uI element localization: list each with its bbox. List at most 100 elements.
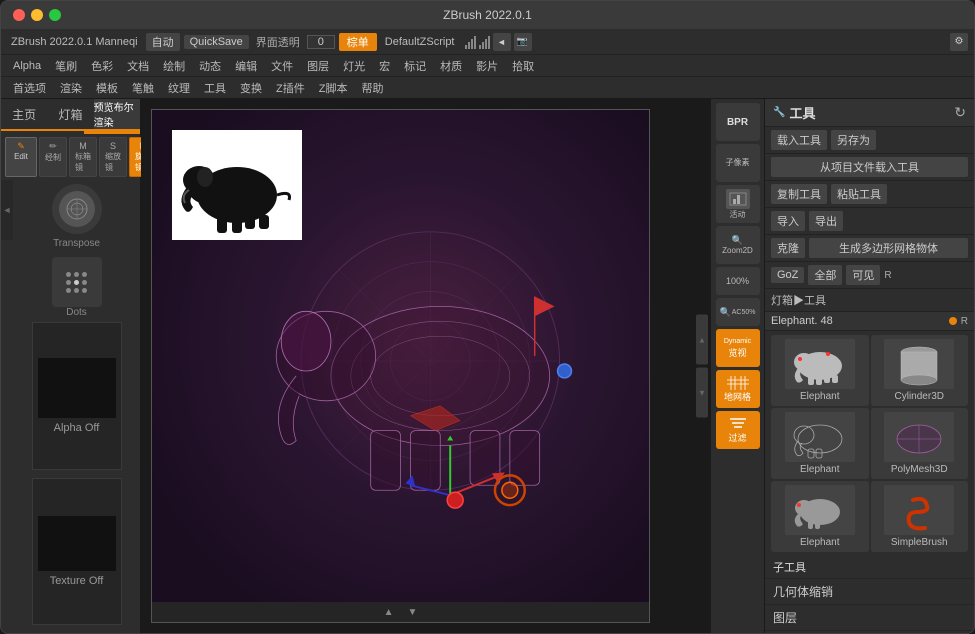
- dots-brush-icon[interactable]: [52, 257, 102, 307]
- tab-preview[interactable]: 预览布尔渲染: [94, 99, 140, 129]
- subtool-pixel-button[interactable]: 子像素: [716, 144, 760, 182]
- draw-tool-btn[interactable]: ✏ 经制: [39, 137, 67, 177]
- sub-zscript[interactable]: Z脚本: [313, 78, 354, 98]
- sub-render[interactable]: 渲染: [54, 78, 88, 98]
- load-from-project-button[interactable]: 从项目文件载入工具: [771, 157, 968, 177]
- dynamic-button[interactable]: Dynamic 览视: [716, 329, 760, 367]
- main-content: 主页 灯箱 预览布尔渲染 ✎ Edit ✏: [1, 99, 974, 633]
- tool-card-polymesh[interactable]: PolyMesh3D: [871, 408, 969, 479]
- filter-label: 过滤: [728, 431, 746, 444]
- tab-home[interactable]: 主页: [1, 99, 47, 129]
- sub-texture[interactable]: 纹理: [162, 78, 196, 98]
- nav-down-icon[interactable]: ▼: [404, 607, 422, 618]
- minimize-button[interactable]: [31, 9, 43, 21]
- menu-light[interactable]: 灯光: [337, 56, 371, 76]
- transpose-icon[interactable]: [52, 184, 102, 234]
- tool-card-simplebrush[interactable]: SimpleBrush: [871, 481, 969, 552]
- goz-button[interactable]: GoZ: [771, 267, 804, 283]
- sub-stroke[interactable]: 笔触: [126, 78, 160, 98]
- bpr-icon: BPR: [727, 117, 748, 128]
- menu-material[interactable]: 材质: [434, 56, 468, 76]
- float-arrow-down[interactable]: ▼: [696, 368, 708, 418]
- close-button[interactable]: [13, 9, 25, 21]
- import-button[interactable]: 导入: [771, 211, 805, 231]
- menu-marker[interactable]: 标记: [398, 56, 432, 76]
- tool-card-elephant-3d[interactable]: Elephant: [771, 335, 869, 406]
- zoom2d-button[interactable]: 🔍 Zoom2D: [716, 226, 760, 264]
- refresh-icon[interactable]: ↻: [954, 104, 966, 121]
- arrow-left-icon[interactable]: ◄: [493, 33, 511, 51]
- copy-tool-button[interactable]: 复制工具: [771, 184, 827, 204]
- m-tool-btn[interactable]: M 标箱镜: [69, 137, 97, 177]
- zoom50-button[interactable]: 🔍 AC50%: [716, 298, 760, 326]
- script-label[interactable]: 棕单: [339, 33, 377, 51]
- canvas-area[interactable]: ▲ ▼ ▲ ▼: [141, 99, 710, 633]
- tool-icon[interactable]: 🔧: [773, 107, 785, 118]
- tab-lightbox[interactable]: 灯箱: [47, 99, 93, 129]
- activity-label: 活动: [730, 209, 746, 220]
- filter-button[interactable]: 过滤: [716, 411, 760, 449]
- zoom100-button[interactable]: 100%: [716, 267, 760, 295]
- menu-edit[interactable]: 编辑: [229, 56, 263, 76]
- r-button[interactable]: R: [884, 270, 891, 281]
- edit-tool-btn[interactable]: ✎ Edit: [5, 137, 37, 177]
- export-button[interactable]: 导出: [809, 211, 843, 231]
- menu-layers[interactable]: 图层: [301, 56, 335, 76]
- sub-transform[interactable]: 变换: [234, 78, 268, 98]
- sub-preferences[interactable]: 首选项: [7, 78, 52, 98]
- dots-pattern: [66, 272, 87, 293]
- menu-document[interactable]: 文档: [121, 56, 155, 76]
- menu-macro[interactable]: 宏: [373, 56, 396, 76]
- layers-item[interactable]: 图层: [765, 605, 974, 631]
- menu-color[interactable]: 色彩: [85, 56, 119, 76]
- visible-button[interactable]: 可见: [846, 265, 880, 285]
- left-arrow-btn[interactable]: ◄: [1, 180, 13, 240]
- elephant-name: Elephant. 48: [771, 315, 945, 327]
- maximize-button[interactable]: [49, 9, 61, 21]
- generate-mesh-button[interactable]: 生成多边形网格物体: [809, 238, 968, 258]
- auto-button[interactable]: 自动: [146, 33, 180, 51]
- sub-help[interactable]: 帮助: [355, 78, 389, 98]
- sub-tool[interactable]: 工具: [198, 78, 232, 98]
- quicksave-button[interactable]: QuickSave: [184, 35, 249, 49]
- texture-off-panel[interactable]: Texture Off: [32, 478, 122, 626]
- menu-movie[interactable]: 影片: [470, 56, 504, 76]
- elephant-mesh-preview: [785, 412, 855, 462]
- transparent-input[interactable]: [307, 35, 335, 49]
- paste-tool-button[interactable]: 粘贴工具: [831, 184, 887, 204]
- menu-file[interactable]: 文件: [265, 56, 299, 76]
- menu-draw[interactable]: 绘制: [157, 56, 191, 76]
- default-script[interactable]: DefaultZScript: [381, 34, 459, 50]
- tool-card-cylinder[interactable]: Cylinder3D: [871, 335, 969, 406]
- load-tool-button[interactable]: 载入工具: [771, 130, 827, 150]
- right-panel-header: 🔧 工具 ↻: [765, 99, 974, 127]
- all-button[interactable]: 全部: [808, 265, 842, 285]
- s-tool-btn[interactable]: S 缩放镜: [99, 137, 127, 177]
- float-arrow-up[interactable]: ▲: [696, 315, 708, 365]
- settings-icon[interactable]: ⚙: [950, 33, 968, 51]
- elephant-3d-label: Elephant: [800, 391, 839, 402]
- clone-button[interactable]: 克隆: [771, 238, 805, 258]
- save-as-button[interactable]: 另存为: [831, 130, 876, 150]
- menu-pick[interactable]: 拾取: [506, 56, 540, 76]
- sub-template[interactable]: 模板: [90, 78, 124, 98]
- geometric-collapse[interactable]: 几何体缩销: [765, 579, 974, 605]
- subtool-section[interactable]: 子工具: [765, 556, 974, 579]
- copy-paste-row: 复制工具 粘贴工具: [765, 181, 974, 208]
- grid-button[interactable]: 地网格: [716, 370, 760, 408]
- texture-off-label: Texture Off: [50, 575, 104, 587]
- tool-card-elephant-small[interactable]: Elephant: [771, 481, 869, 552]
- menu-alpha[interactable]: Alpha: [7, 58, 47, 74]
- alpha-off-panel[interactable]: Alpha Off: [32, 322, 122, 470]
- camera-icon[interactable]: 📷: [514, 33, 532, 51]
- tool-card-elephant-mesh[interactable]: Elephant: [771, 408, 869, 479]
- dots-label: Dots: [66, 307, 87, 318]
- fibermesh-item[interactable]: FiberMesh: [765, 631, 974, 633]
- menu-animate[interactable]: 动态: [193, 56, 227, 76]
- traffic-lights: [13, 9, 61, 21]
- bpr-button[interactable]: BPR: [716, 103, 760, 141]
- activity-button[interactable]: 活动: [716, 185, 760, 223]
- menu-brush[interactable]: 笔刷: [49, 56, 83, 76]
- sub-zplugin[interactable]: Z插件: [270, 78, 311, 98]
- nav-up-icon[interactable]: ▲: [380, 607, 398, 618]
